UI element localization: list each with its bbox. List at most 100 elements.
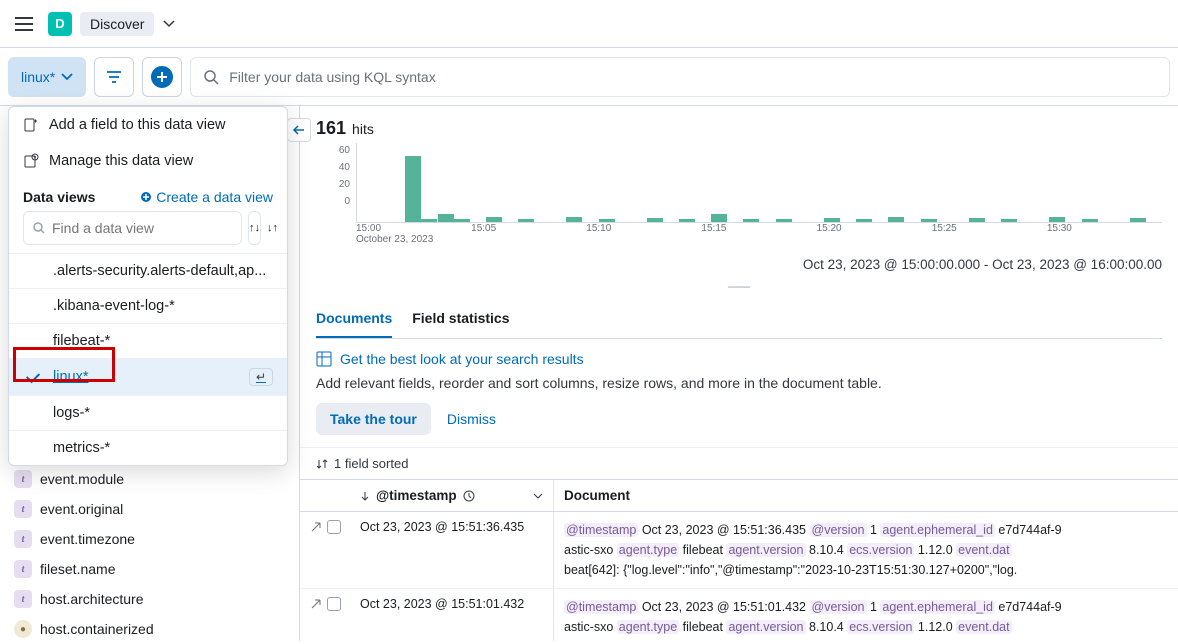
collapse-icon bbox=[292, 124, 306, 136]
table-row: Oct 23, 2023 @ 15:51:01.432@timestamp Oc… bbox=[300, 589, 1178, 641]
sort-info-row[interactable]: 1 field sorted bbox=[300, 447, 1178, 480]
histogram-chart[interactable]: 6040200 15:0015:0515:1015:1515:2015:2515… bbox=[300, 143, 1178, 253]
dismiss-button[interactable]: Dismiss bbox=[447, 411, 496, 427]
gear-icon bbox=[23, 153, 39, 169]
plus-icon bbox=[156, 71, 168, 83]
filterbar: linux* bbox=[0, 48, 1178, 106]
chart-x-axis: 15:0015:0515:1015:1515:2015:2515:30 bbox=[356, 223, 1162, 234]
tab-field-statistics[interactable]: Field statistics bbox=[412, 300, 509, 338]
take-tour-button[interactable]: Take the tour bbox=[316, 403, 431, 435]
hint-title-row: Get the best look at your search results bbox=[300, 339, 1178, 371]
sort-desc-button[interactable]: ↓↑ bbox=[267, 211, 278, 245]
column-timestamp[interactable]: @timestamp bbox=[350, 480, 554, 511]
chart-bar bbox=[743, 219, 759, 222]
chart-bar bbox=[518, 219, 534, 222]
filter-icon bbox=[106, 70, 122, 84]
field-item[interactable]: tfileset.name bbox=[10, 554, 289, 584]
row-document: @timestamp Oct 23, 2023 @ 15:51:36.435 @… bbox=[554, 512, 1178, 588]
chart-bar bbox=[824, 218, 840, 222]
app-logo[interactable]: D bbox=[48, 12, 72, 36]
enter-key-icon: ↵ bbox=[249, 368, 273, 386]
field-item[interactable]: tevent.module bbox=[10, 464, 289, 494]
chart-bars bbox=[356, 143, 1162, 223]
chart-bar bbox=[647, 218, 663, 222]
chart-bar bbox=[921, 219, 937, 222]
kql-search-box[interactable] bbox=[190, 57, 1170, 97]
timerange-label: Oct 23, 2023 @ 15:00:00.000 - Oct 23, 20… bbox=[300, 253, 1178, 276]
chart-bar bbox=[421, 219, 437, 222]
chart-bar bbox=[1082, 219, 1098, 222]
dataview-item[interactable]: .kibana-event-log-* bbox=[9, 288, 287, 323]
field-item[interactable]: ●host.containerized bbox=[10, 614, 289, 644]
field-item[interactable]: tevent.timezone bbox=[10, 524, 289, 554]
collapse-sidebar-button[interactable] bbox=[287, 118, 311, 142]
dataview-item[interactable]: logs-* bbox=[9, 395, 287, 430]
chart-bar bbox=[405, 156, 421, 222]
chart-y-axis: 6040200 bbox=[316, 143, 356, 223]
clock-icon bbox=[463, 490, 475, 502]
boolean-type-icon: ● bbox=[14, 620, 32, 638]
chart-bar bbox=[969, 218, 985, 222]
plus-circle-icon bbox=[140, 191, 152, 203]
table-header: @timestamp Document bbox=[300, 480, 1178, 512]
row-checkbox[interactable] bbox=[327, 520, 341, 534]
dataview-item[interactable]: linux*↵ bbox=[9, 358, 287, 395]
field-item[interactable]: thost.architecture bbox=[10, 584, 289, 614]
dataview-item[interactable]: .alerts-security.alerts-default,ap... bbox=[9, 253, 287, 288]
dataview-popover: Add a field to this data view Manage thi… bbox=[8, 106, 288, 466]
row-document: @timestamp Oct 23, 2023 @ 15:51:01.432 @… bbox=[554, 589, 1178, 641]
expand-icon[interactable] bbox=[309, 597, 323, 611]
text-type-icon: t bbox=[14, 590, 32, 608]
resize-handle[interactable]: ⸺ bbox=[300, 276, 1178, 300]
chart-bar bbox=[1130, 218, 1146, 222]
column-document[interactable]: Document bbox=[554, 480, 1178, 511]
hamburger-menu[interactable] bbox=[8, 8, 40, 40]
row-timestamp: Oct 23, 2023 @ 15:51:36.435 bbox=[350, 512, 554, 588]
search-icon bbox=[203, 69, 219, 85]
create-dataview-button[interactable]: Create a data view bbox=[140, 189, 273, 205]
kql-search-input[interactable] bbox=[229, 69, 1157, 85]
dataview-item[interactable]: filebeat-* bbox=[9, 323, 287, 358]
add-filter-wrap[interactable] bbox=[142, 57, 182, 97]
text-type-icon: t bbox=[14, 530, 32, 548]
field-item[interactable]: tevent.original bbox=[10, 494, 289, 524]
table-row: Oct 23, 2023 @ 15:51:36.435@timestamp Oc… bbox=[300, 512, 1178, 589]
row-checkbox[interactable] bbox=[327, 597, 341, 611]
find-dataview-input-wrap[interactable] bbox=[23, 211, 242, 245]
dataview-item[interactable]: metrics-* bbox=[9, 430, 287, 465]
topbar: D Discover bbox=[0, 0, 1178, 48]
chart-x-date: October 23, 2023 bbox=[356, 234, 1162, 245]
hint-subtitle: Add relevant fields, reorder and sort co… bbox=[300, 371, 1178, 403]
hamburger-icon bbox=[15, 17, 33, 31]
tab-documents[interactable]: Documents bbox=[316, 300, 392, 338]
add-field-menu-item[interactable]: Add a field to this data view bbox=[9, 107, 287, 143]
dataviews-section-title: Data views bbox=[23, 189, 95, 205]
tabs: Documents Field statistics bbox=[316, 300, 1162, 339]
chart-bar bbox=[454, 219, 470, 222]
sort-asc-button[interactable]: ↑↓ bbox=[248, 211, 261, 245]
chevron-down-icon bbox=[61, 71, 73, 83]
manage-dataview-menu-item[interactable]: Manage this data view bbox=[9, 143, 287, 179]
chart-bar bbox=[776, 219, 792, 222]
sidebar: tevent.datasettevent.moduletevent.origin… bbox=[0, 106, 300, 641]
chart-bar bbox=[1001, 219, 1017, 222]
add-field-icon bbox=[23, 117, 39, 133]
expand-icon[interactable] bbox=[309, 520, 323, 534]
dataview-selector-label: linux* bbox=[21, 69, 55, 85]
chart-bar bbox=[679, 219, 695, 222]
filter-options-button[interactable] bbox=[94, 57, 134, 97]
text-type-icon: t bbox=[14, 500, 32, 518]
hits-count: 161 hits bbox=[300, 106, 1178, 143]
page-label[interactable]: Discover bbox=[80, 12, 154, 36]
chart-bar bbox=[438, 214, 454, 222]
row-timestamp: Oct 23, 2023 @ 15:51:01.432 bbox=[350, 589, 554, 641]
sort-icon bbox=[316, 458, 328, 470]
dataview-selector-button[interactable]: linux* bbox=[8, 57, 86, 97]
arrow-down-icon bbox=[360, 491, 370, 501]
find-dataview-input[interactable] bbox=[52, 220, 233, 236]
chevron-down-icon[interactable] bbox=[162, 17, 176, 31]
chart-bar bbox=[1049, 217, 1065, 222]
add-filter-button[interactable] bbox=[151, 66, 173, 88]
search-icon bbox=[32, 221, 46, 235]
chevron-down-icon bbox=[533, 491, 543, 501]
